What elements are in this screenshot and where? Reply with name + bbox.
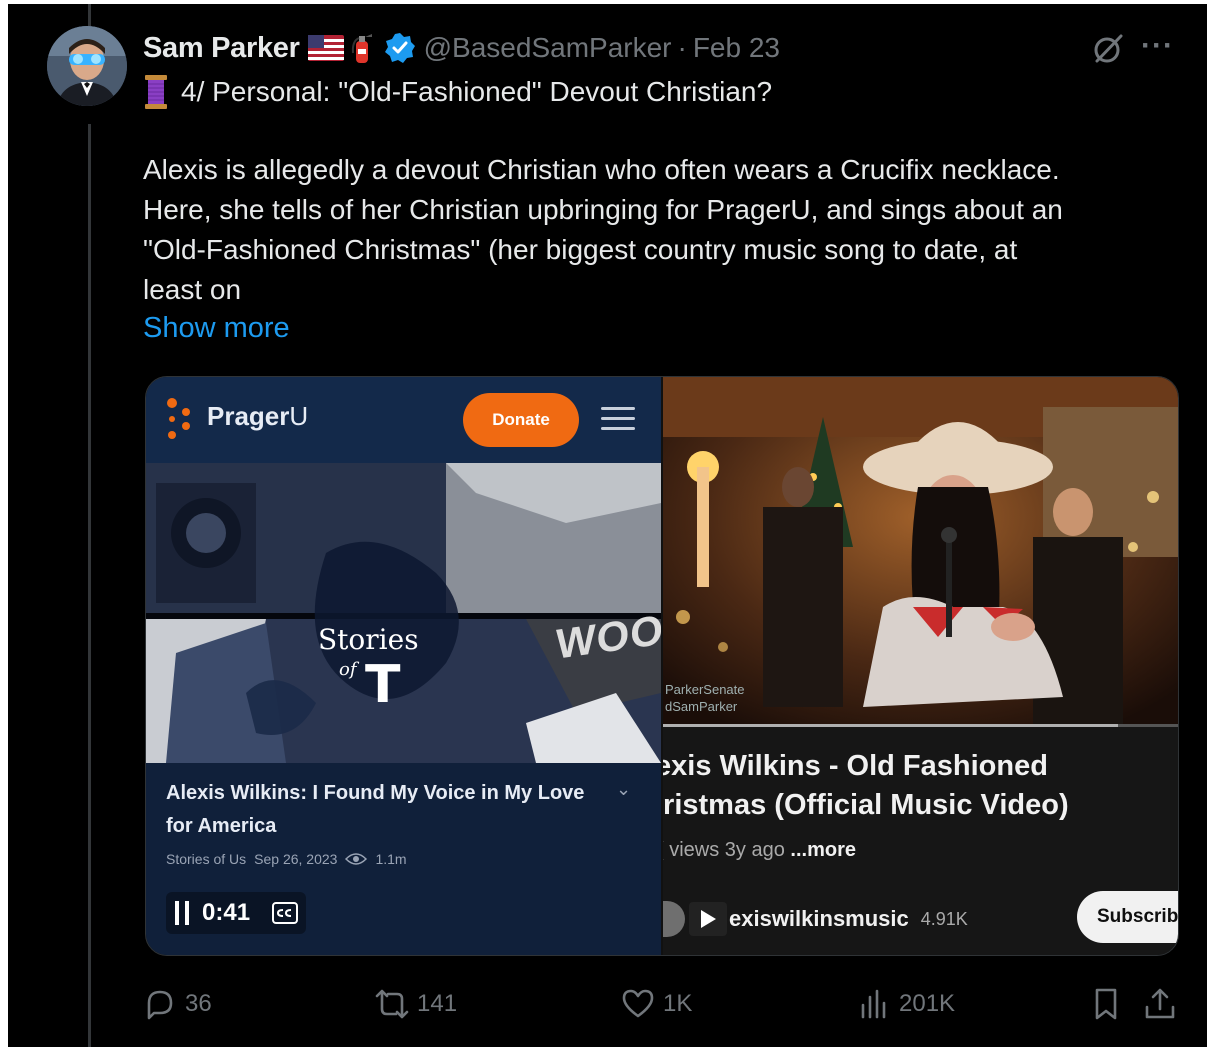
stories-of: of <box>339 659 357 680</box>
youtube-channel-row: exiswilkinsmusic 4.91K <box>663 897 968 941</box>
youtube-title-line: exis Wilkins - Old Fashioned <box>663 750 1048 782</box>
music-video-frame[interactable]: ParkerSenate dSamParker <box>663 377 1178 727</box>
prageru-header: PragerU Donate <box>146 377 661 463</box>
channel-avatar[interactable] <box>663 901 685 937</box>
donate-button[interactable]: Donate <box>463 393 579 447</box>
views-count: 201K <box>899 990 956 1017</box>
views-bar-chart-icon <box>861 989 886 1019</box>
thread-spool-icon <box>143 75 169 109</box>
prageru-brand-suffix: U <box>289 401 309 431</box>
author-name[interactable]: Sam Parker <box>143 32 300 65</box>
prageru-brand-main: Prager <box>207 401 290 431</box>
more-icon[interactable]: ··· <box>1141 31 1181 64</box>
watermark-line: dSamParker <box>665 699 738 714</box>
prageru-video-title[interactable]: Alexis Wilkins: I Found My Voice in My L… <box>166 777 606 843</box>
fire-extinguisher-icon <box>350 31 374 65</box>
bookmark-button[interactable] <box>1089 982 1131 1026</box>
grok-icon[interactable] <box>1091 32 1125 66</box>
reply-count: 36 <box>185 990 212 1017</box>
tweet-header: Sam Parker @BasedSamParker · Feb 23 <box>143 28 780 68</box>
tweet-line1-text: 4/ Personal: "Old-Fashioned" Devout Chri… <box>181 76 773 107</box>
like-count: 1K <box>663 990 693 1017</box>
play-icon[interactable] <box>689 902 727 936</box>
playback-time: 0:41 <box>202 899 251 926</box>
tweet-line1: 4/ Personal: "Old-Fashioned" Devout Chri… <box>143 72 772 112</box>
watermark-line: ParkerSenate <box>665 682 745 697</box>
like-button[interactable]: 1K <box>621 982 692 1026</box>
reply-icon <box>147 990 173 1020</box>
youtube-age: 3y ago <box>724 839 785 861</box>
tweet-actions: 36 141 1K 201K <box>143 982 1193 1026</box>
eye-icon <box>345 852 368 866</box>
stories-title: Stories <box>318 623 419 656</box>
youtube-views: ( views <box>663 839 720 861</box>
prageru-channel: Stories of Us <box>166 851 247 867</box>
thread-line <box>88 124 91 1047</box>
thread-line-top <box>88 4 91 26</box>
youtube-more-link[interactable]: ...more <box>790 839 856 861</box>
prageru-brand: PragerU <box>207 401 308 432</box>
tweet-body-line: Here, she tells of her Christian upbring… <box>143 194 1063 225</box>
youtube-title-line: iristmas (Official Music Video) <box>663 789 1069 821</box>
youtube-subscriber-count: 4.91K <box>920 908 968 929</box>
tweet-body: Alexis is allegedly a devout Christian w… <box>143 150 1183 310</box>
header-separator: · <box>677 32 687 63</box>
media-attachment[interactable]: PragerU Donate Stories of T WOOD Alexis … <box>145 376 1179 956</box>
youtube-screenshot[interactable]: ParkerSenate dSamParker exis Wilkins - O… <box>663 377 1178 955</box>
subscribe-button[interactable]: Subscrib <box>1077 891 1178 943</box>
bookmark-icon <box>1095 988 1117 1020</box>
show-more-link[interactable]: Show more <box>143 312 290 345</box>
tweet-body-line: "Old-Fashioned Christmas" (her biggest c… <box>143 234 1018 265</box>
tweet-body-line: least on <box>143 274 242 305</box>
prageru-logo-icon <box>166 397 196 441</box>
prageru-date: Sep 26, 2023 <box>254 851 338 867</box>
us-flag-icon <box>307 35 344 61</box>
video-watermark: ParkerSenate dSamParker <box>665 681 745 715</box>
hamburger-menu-icon[interactable] <box>601 405 635 433</box>
repost-icon <box>375 989 409 1019</box>
views-button[interactable]: 201K <box>857 982 955 1026</box>
verified-badge-icon <box>384 32 416 64</box>
avatar[interactable] <box>47 26 127 106</box>
share-button[interactable] <box>1143 982 1185 1026</box>
prageru-video-meta: Stories of Us Sep 26, 2023 1.1m <box>166 851 407 867</box>
video-progress-fill <box>663 724 1118 727</box>
stories-t-logo: T <box>365 655 401 715</box>
youtube-video-title[interactable]: exis Wilkins - Old Fashioned iristmas (O… <box>663 747 1178 825</box>
reply-button[interactable]: 36 <box>143 982 212 1026</box>
repost-button[interactable]: 141 <box>375 982 457 1026</box>
tweet-body-line: Alexis is allegedly a devout Christian w… <box>143 154 1060 185</box>
captions-icon[interactable] <box>272 902 299 924</box>
heart-icon <box>622 989 654 1018</box>
youtube-channel-name[interactable]: exiswilkinsmusic <box>729 906 909 932</box>
video-progress-bar[interactable] <box>663 724 1178 727</box>
pause-icon[interactable] <box>174 900 190 926</box>
prageru-screenshot[interactable]: PragerU Donate Stories of T WOOD Alexis … <box>146 377 661 955</box>
youtube-video-meta: ( views 3y ago ...more <box>663 839 856 862</box>
chevron-down-icon[interactable]: ⌄ <box>616 779 631 800</box>
repost-count: 141 <box>417 990 458 1017</box>
author-handle[interactable]: @BasedSamParker <box>424 32 672 64</box>
prageru-views: 1.1m <box>375 851 407 867</box>
player-controls[interactable]: 0:41 <box>166 892 307 934</box>
share-icon <box>1145 988 1175 1019</box>
stories-thumbnail[interactable]: Stories of T WOOD <box>146 463 661 763</box>
tweet-date[interactable]: Feb 23 <box>693 32 780 64</box>
tweet-frame: Sam Parker @BasedSamParker · Feb 23 ··· … <box>8 4 1207 1047</box>
